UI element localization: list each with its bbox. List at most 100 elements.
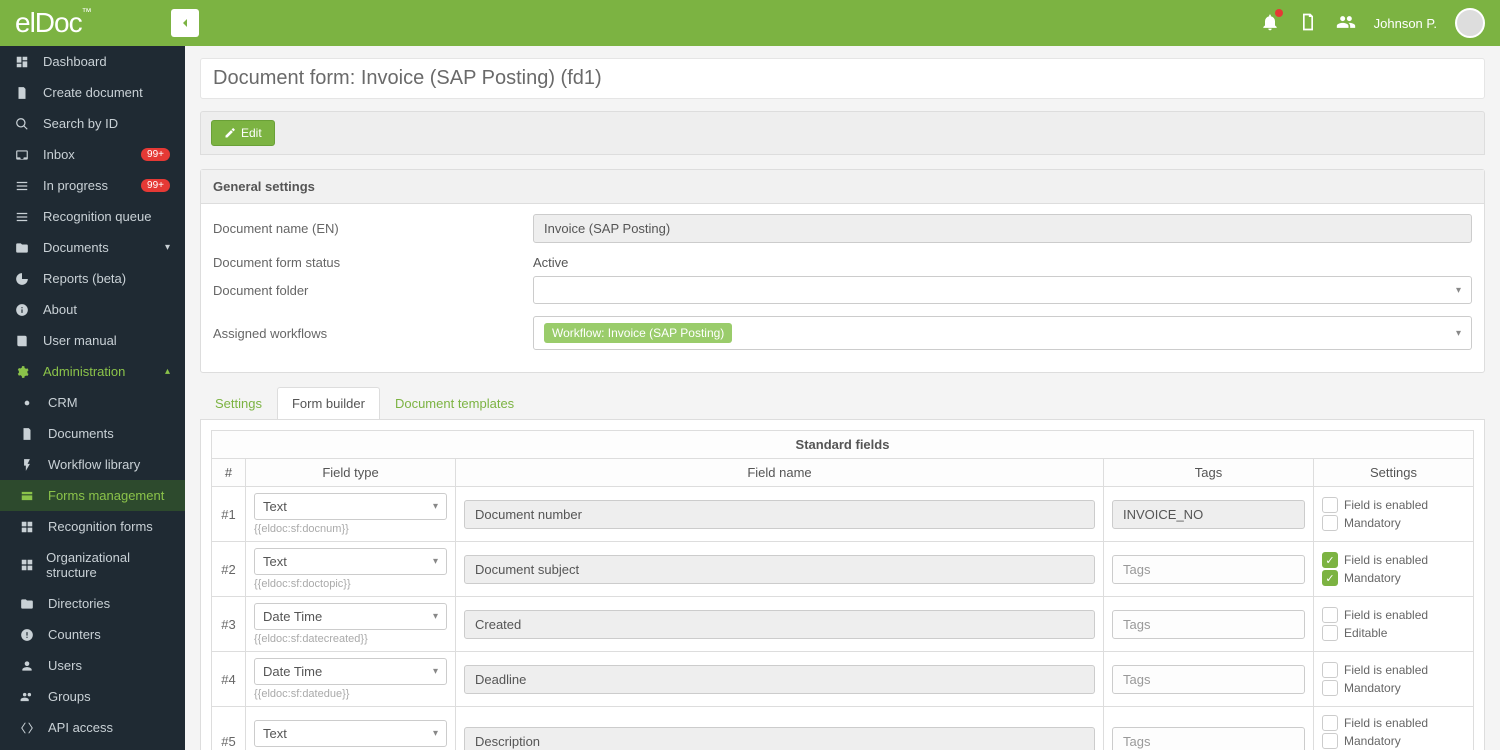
field-type-select[interactable]: Text▾ bbox=[254, 720, 447, 747]
panel-header: General settings bbox=[201, 170, 1484, 204]
user-name[interactable]: Johnson P. bbox=[1374, 16, 1437, 31]
toolbar: Edit bbox=[200, 111, 1485, 155]
sidebar-item-recognition-queue[interactable]: Recognition queue bbox=[0, 201, 185, 232]
field-name-input[interactable]: Created bbox=[464, 610, 1095, 639]
sidebar-item-forms-management[interactable]: Forms management bbox=[0, 480, 185, 511]
sidebar-item-users[interactable]: Users bbox=[0, 650, 185, 681]
sidebar-item-administration[interactable]: Administration▴ bbox=[0, 356, 185, 387]
checkbox-enabled[interactable] bbox=[1322, 607, 1338, 623]
status-label: Document form status bbox=[213, 255, 533, 270]
general-settings-panel: General settings Document name (EN) Invo… bbox=[200, 169, 1485, 373]
sidebar-item-org-structure[interactable]: Organizational structure bbox=[0, 542, 185, 588]
chevron-down-icon: ▾ bbox=[165, 242, 170, 253]
checkbox-label: Editable bbox=[1344, 626, 1387, 640]
checkbox-mandatory[interactable] bbox=[1322, 733, 1338, 749]
main-content: Document form: Invoice (SAP Posting) (fd… bbox=[185, 46, 1500, 750]
tabs: Settings Form builder Document templates bbox=[200, 387, 1485, 419]
workflows-select[interactable]: Workflow: Invoice (SAP Posting)▾ bbox=[533, 316, 1472, 350]
sidebar-item-api-access[interactable]: API access bbox=[0, 712, 185, 743]
row-number: #4 bbox=[212, 652, 246, 707]
field-name-input[interactable]: Document subject bbox=[464, 555, 1095, 584]
checkbox-label: Field is enabled bbox=[1344, 553, 1428, 567]
tags-input[interactable]: INVOICE_NO bbox=[1112, 500, 1305, 529]
sidebar-item-dashboard[interactable]: Dashboard bbox=[0, 46, 185, 77]
doc-name-label: Document name (EN) bbox=[213, 221, 533, 236]
field-code: {{eldoc:sf:datecreated}} bbox=[254, 633, 447, 645]
tab-settings[interactable]: Settings bbox=[200, 387, 277, 419]
workflow-chip: Workflow: Invoice (SAP Posting) bbox=[544, 323, 732, 343]
field-code: {{eldoc:sf:docnum}} bbox=[254, 523, 447, 535]
tab-document-templates[interactable]: Document templates bbox=[380, 387, 529, 419]
caret-down-icon: ▾ bbox=[433, 728, 438, 739]
header-right: Johnson P. bbox=[1260, 8, 1485, 38]
checkbox-mandatory[interactable] bbox=[1322, 515, 1338, 531]
field-name-input[interactable]: Document number bbox=[464, 500, 1095, 529]
checkbox-mandatory[interactable] bbox=[1322, 680, 1338, 696]
tab-form-builder[interactable]: Form builder bbox=[277, 387, 380, 419]
col-type: Field type bbox=[246, 459, 456, 487]
checkbox-enabled[interactable] bbox=[1322, 662, 1338, 678]
bell-icon[interactable] bbox=[1260, 12, 1280, 35]
sidebar-item-in-progress[interactable]: In progress99+ bbox=[0, 170, 185, 201]
field-type-select[interactable]: Date Time▾ bbox=[254, 603, 447, 630]
notification-dot bbox=[1275, 9, 1283, 17]
fields-table: Standard fields # Field type Field name … bbox=[211, 430, 1474, 750]
field-code: {{eldoc:sf:datedue}} bbox=[254, 688, 447, 700]
checkbox-label: Field is enabled bbox=[1344, 608, 1428, 622]
sidebar-item-recognition-forms[interactable]: Recognition forms bbox=[0, 511, 185, 542]
sidebar-item-directories[interactable]: Directories bbox=[0, 588, 185, 619]
sidebar-item-about[interactable]: About bbox=[0, 294, 185, 325]
caret-down-icon: ▾ bbox=[1456, 285, 1461, 296]
sidebar: Dashboard Create document Search by ID I… bbox=[0, 46, 185, 750]
fields-table-panel: Standard fields # Field type Field name … bbox=[200, 419, 1485, 750]
field-type-select[interactable]: Date Time▾ bbox=[254, 658, 447, 685]
checkbox-label: Mandatory bbox=[1344, 516, 1401, 530]
sidebar-item-admin-documents[interactable]: Documents bbox=[0, 418, 185, 449]
folder-select[interactable]: ▾ bbox=[533, 276, 1472, 304]
caret-down-icon: ▾ bbox=[433, 556, 438, 567]
badge: 99+ bbox=[141, 179, 170, 192]
sidebar-item-search[interactable]: Search by ID bbox=[0, 108, 185, 139]
group-icon[interactable] bbox=[1336, 12, 1356, 35]
checkbox-label: Mandatory bbox=[1344, 571, 1401, 585]
sidebar-item-user-manual[interactable]: User manual bbox=[0, 325, 185, 356]
caret-down-icon: ▾ bbox=[433, 666, 438, 677]
sidebar-toggle[interactable] bbox=[171, 9, 199, 37]
edit-button[interactable]: Edit bbox=[211, 120, 275, 146]
checkbox-editable[interactable] bbox=[1322, 625, 1338, 641]
checkbox-label: Field is enabled bbox=[1344, 716, 1428, 730]
doc-name-input[interactable]: Invoice (SAP Posting) bbox=[533, 214, 1472, 243]
field-name-input[interactable]: Deadline bbox=[464, 665, 1095, 694]
clipboard-icon[interactable] bbox=[1298, 12, 1318, 35]
sidebar-item-crm[interactable]: CRM bbox=[0, 387, 185, 418]
sidebar-item-reports[interactable]: Reports (beta) bbox=[0, 263, 185, 294]
sidebar-item-create-document[interactable]: Create document bbox=[0, 77, 185, 108]
sidebar-item-workflow-library[interactable]: Workflow library bbox=[0, 449, 185, 480]
sidebar-admin-submenu: CRM Documents Workflow library Forms man… bbox=[0, 387, 185, 750]
sidebar-item-documents[interactable]: Documents▾ bbox=[0, 232, 185, 263]
field-type-select[interactable]: Text▾ bbox=[254, 493, 447, 520]
sidebar-item-groups[interactable]: Groups bbox=[0, 681, 185, 712]
checkbox-enabled[interactable] bbox=[1322, 497, 1338, 513]
checkbox-label: Field is enabled bbox=[1344, 498, 1428, 512]
field-type-select[interactable]: Text▾ bbox=[254, 548, 447, 575]
table-row: #4 Date Time▾ {{eldoc:sf:datedue}} Deadline… bbox=[212, 652, 1474, 707]
tags-input[interactable]: Tags bbox=[1112, 610, 1305, 639]
tags-input[interactable]: Tags bbox=[1112, 727, 1305, 750]
row-number: #1 bbox=[212, 487, 246, 542]
col-name: Field name bbox=[456, 459, 1104, 487]
logo: elDoc™ bbox=[15, 7, 91, 39]
checkbox-enabled[interactable] bbox=[1322, 552, 1338, 568]
field-name-input[interactable]: Description bbox=[464, 727, 1095, 750]
checkbox-mandatory[interactable] bbox=[1322, 570, 1338, 586]
tags-input[interactable]: Tags bbox=[1112, 665, 1305, 694]
row-number: #2 bbox=[212, 542, 246, 597]
folder-label: Document folder bbox=[213, 283, 533, 298]
sidebar-item-active-sessions[interactable]: Active sessions bbox=[0, 743, 185, 750]
avatar[interactable] bbox=[1455, 8, 1485, 38]
sidebar-item-inbox[interactable]: Inbox99+ bbox=[0, 139, 185, 170]
tags-input[interactable]: Tags bbox=[1112, 555, 1305, 584]
checkbox-enabled[interactable] bbox=[1322, 715, 1338, 731]
sidebar-item-counters[interactable]: Counters bbox=[0, 619, 185, 650]
table-section-header: Standard fields bbox=[212, 431, 1474, 459]
